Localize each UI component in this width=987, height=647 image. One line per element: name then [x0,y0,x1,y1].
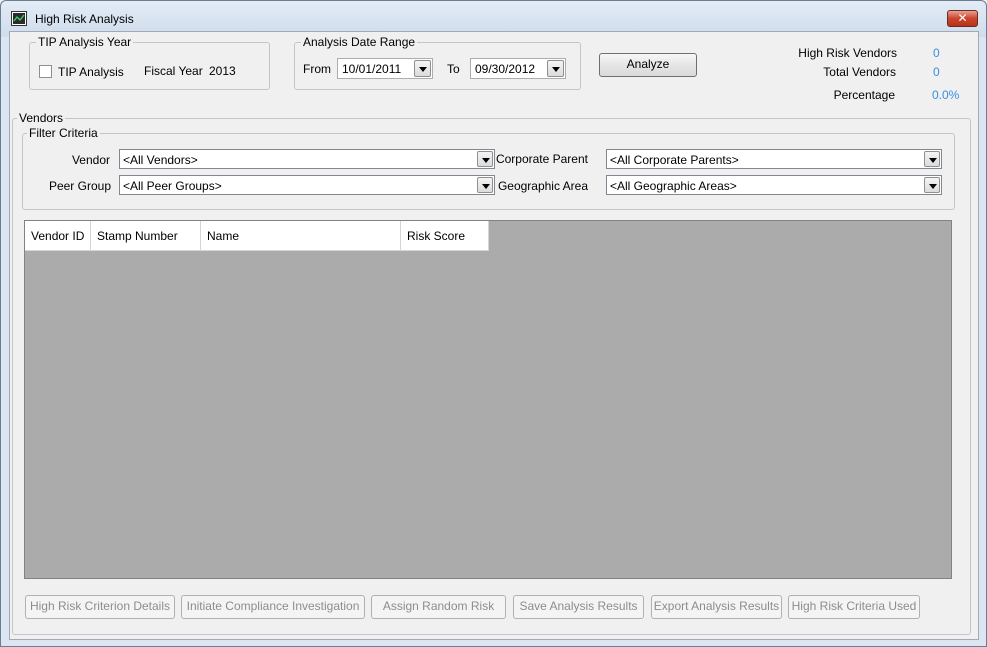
from-date-value: 10/01/2011 [342,62,402,76]
filter-criteria-group: Filter Criteria Vendor <All Vendors> Pee… [22,126,955,210]
total-vendors-value: 0 [933,65,940,79]
export-analysis-results-button[interactable]: Export Analysis Results [651,595,782,619]
column-header-vendor-id[interactable]: Vendor ID [25,221,91,251]
chart-app-icon [11,11,27,26]
peer-group-filter-select[interactable]: <All Peer Groups> [119,175,495,195]
fiscal-year-label: Fiscal Year [144,64,203,78]
assign-random-risk-button[interactable]: Assign Random Risk [371,595,506,619]
analysis-date-range-label: Analysis Date Range [301,35,418,49]
close-button[interactable]: ✕ [947,10,978,27]
peer-group-dropdown-icon[interactable] [477,177,493,193]
geographic-area-filter-select[interactable]: <All Geographic Areas> [606,175,942,195]
client-area: TIP Analysis Year TIP Analysis Fiscal Ye… [9,31,979,640]
tip-analysis-checkbox[interactable] [39,65,52,78]
column-header-stamp-number[interactable]: Stamp Number [91,221,201,251]
from-date-picker[interactable]: 10/01/2011 [337,58,433,79]
vendor-dropdown-icon[interactable] [477,151,493,167]
peer-group-filter-label: Peer Group [48,179,111,193]
total-vendors-label: Total Vendors [823,65,896,79]
tip-analysis-checkbox-label: TIP Analysis [58,65,124,79]
corporate-parent-filter-value: <All Corporate Parents> [610,153,739,167]
from-date-dropdown-icon[interactable] [414,60,431,77]
analysis-date-range-group: Analysis Date Range From 10/01/2011 To 0… [294,35,581,90]
save-analysis-results-button[interactable]: Save Analysis Results [513,595,644,619]
geographic-area-filter-label: Geographic Area [497,179,588,193]
to-date-dropdown-icon[interactable] [547,60,564,77]
column-header-risk-score[interactable]: Risk Score [401,221,489,251]
peer-group-filter-value: <All Peer Groups> [123,179,222,193]
geographic-area-dropdown-icon[interactable] [924,177,940,193]
vendor-filter-value: <All Vendors> [123,153,198,167]
vendor-filter-label: Vendor [71,153,110,167]
vendors-group-label: Vendors [17,111,66,125]
from-label: From [303,62,331,76]
fiscal-year-value: 2013 [209,64,236,78]
to-date-value: 09/30/2012 [475,62,536,76]
to-date-picker[interactable]: 09/30/2012 [470,58,566,79]
analyze-button[interactable]: Analyze [599,53,697,77]
vendors-group: Vendors Filter Criteria Vendor <All Vend… [12,111,971,635]
filter-criteria-label: Filter Criteria [27,126,100,140]
vendor-filter-select[interactable]: <All Vendors> [119,149,495,169]
corporate-parent-dropdown-icon[interactable] [924,151,940,167]
tip-analysis-year-group: TIP Analysis Year TIP Analysis Fiscal Ye… [29,35,270,90]
geographic-area-filter-value: <All Geographic Areas> [610,179,737,193]
window: High Risk Analysis ✕ TIP Analysis Year T… [0,0,987,647]
corporate-parent-filter-select[interactable]: <All Corporate Parents> [606,149,942,169]
tip-analysis-year-label: TIP Analysis Year [36,35,134,49]
percentage-value: 0.0% [932,88,960,102]
high-risk-vendors-label: High Risk Vendors [798,46,897,60]
high-risk-criterion-details-button[interactable]: High Risk Criterion Details [25,595,175,619]
vendor-results-grid[interactable]: Vendor ID Stamp Number Name Risk Score [24,220,952,579]
to-label: To [447,62,460,76]
high-risk-vendors-value: 0 [933,46,940,60]
corporate-parent-filter-label: Corporate Parent [495,152,588,166]
column-header-name[interactable]: Name [201,221,401,251]
grid-header: Vendor ID Stamp Number Name Risk Score [25,221,489,251]
percentage-label: Percentage [833,88,895,102]
high-risk-criteria-used-button[interactable]: High Risk Criteria Used [788,595,920,619]
window-title: High Risk Analysis [35,12,134,26]
initiate-compliance-investigation-button[interactable]: Initiate Compliance Investigation [181,595,365,619]
